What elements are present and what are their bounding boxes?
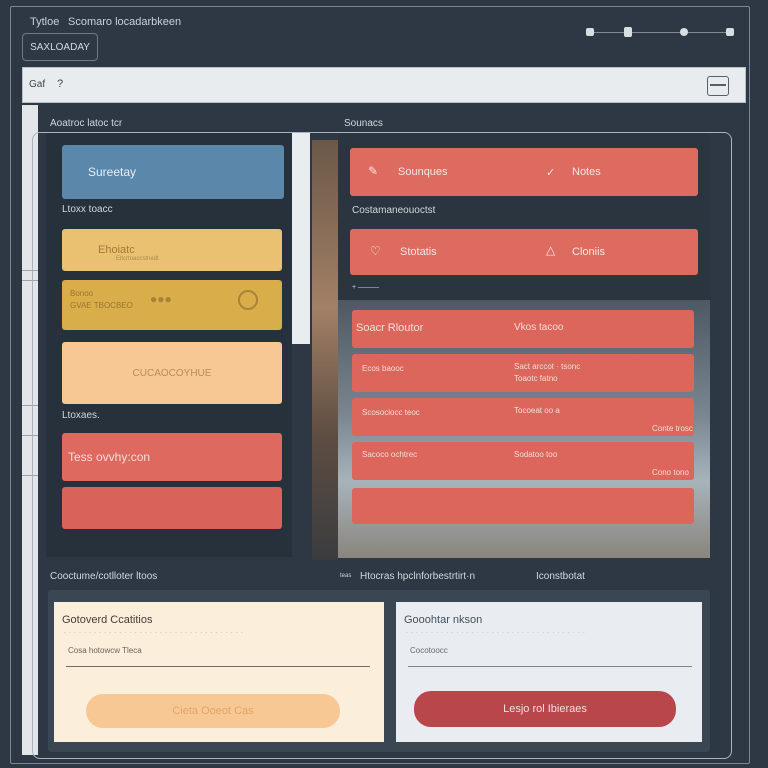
right-panel-header: Sounacs xyxy=(344,118,383,129)
address-bar[interactable]: Gaf ? xyxy=(22,67,746,103)
form-field-label: Cocotoocc xyxy=(410,646,448,655)
slider-stop[interactable] xyxy=(726,28,734,36)
form-input[interactable] xyxy=(408,666,692,667)
bottom-mid-prefix: teas xyxy=(340,573,352,579)
address-tab-label: Gaf xyxy=(29,79,46,90)
right-form-button[interactable]: Lesjo rol Ibieraes xyxy=(414,691,676,727)
slider-stop[interactable] xyxy=(680,28,688,36)
form-title: Gotoverd Ccatitios xyxy=(62,614,153,626)
app-badge-button[interactable]: SAXLOADAY xyxy=(22,33,98,61)
right-form-card: Gooohtar nkson - - - - - - - - - - - - -… xyxy=(396,602,702,742)
slider-stop[interactable] xyxy=(586,28,594,36)
window-title-right: Scomaro locadarbkeen xyxy=(68,16,182,28)
form-title: Gooohtar nkson xyxy=(404,614,483,626)
bottom-mid-label: Htocras hpclnforbestrtirt·n xyxy=(360,571,476,582)
zoom-slider-track[interactable] xyxy=(590,32,730,33)
form-hint: - - - - - - - - - - - - - - - - - - - - … xyxy=(64,630,244,636)
help-icon[interactable]: ? xyxy=(57,78,63,90)
slider-knob[interactable] xyxy=(624,27,632,37)
left-form-card: Gotoverd Ccatitios - - - - - - - - - - -… xyxy=(54,602,384,742)
left-form-button[interactable]: Cieta Ooeot Cas xyxy=(86,694,340,728)
bottom-left-label: Cooctume/cotlloter ltoos xyxy=(50,571,158,582)
form-field-label: Cosa hotowcw Tleca xyxy=(68,646,142,655)
window-icon[interactable] xyxy=(707,76,729,96)
window-title-left: Tytloe xyxy=(30,16,60,28)
left-panel-header: Aoatroc latoc tcr xyxy=(50,118,123,129)
form-input[interactable] xyxy=(66,666,370,667)
form-hint: - - - - - - - - - - - - - - - - - - - - … xyxy=(406,630,586,636)
bottom-right-label: Iconstbotat xyxy=(536,571,585,582)
